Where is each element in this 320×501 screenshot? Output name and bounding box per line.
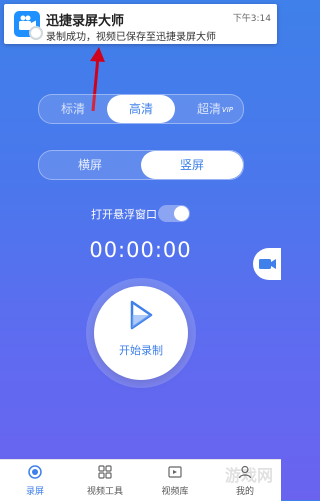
grid-icon <box>98 465 112 479</box>
start-record-label: 开始录制 <box>119 344 163 357</box>
start-record-button[interactable]: 开始录制 <box>94 286 188 380</box>
app-badge <box>29 26 43 40</box>
toggle-knob <box>174 206 189 221</box>
quality-option-uhd-label: 超清 <box>196 102 221 116</box>
vip-badge: VIP <box>221 106 233 114</box>
floating-window-label: 打开悬浮窗口 <box>91 208 157 221</box>
orientation-landscape[interactable]: 横屏 <box>39 151 141 179</box>
notification-message: 录制成功，视频已保存至迅捷录屏大师 <box>46 32 216 43</box>
app-icon <box>14 11 43 40</box>
recording-timer: 00:00:00 <box>89 238 192 262</box>
quality-option-sd[interactable]: 标清 <box>39 95 107 123</box>
notification-title: 迅捷录屏大师 <box>46 14 125 29</box>
tab-record[interactable]: 录屏 <box>0 460 70 501</box>
floating-camera-button[interactable] <box>253 248 281 280</box>
tab-video-library-label: 视频库 <box>161 487 189 497</box>
quality-selector: 标清 高清 超清 VIP <box>38 94 244 124</box>
orientation-portrait[interactable]: 竖屏 <box>141 151 243 179</box>
watermark: 游戏网 <box>224 466 273 485</box>
tab-video-library[interactable]: 视频库 <box>140 460 210 501</box>
floating-window-toggle[interactable] <box>158 205 190 222</box>
notification-banner[interactable]: 迅捷录屏大师 下午3:14 录制成功，视频已保存至迅捷录屏大师 <box>4 4 277 44</box>
tab-video-tools-label: 视频工具 <box>86 487 123 497</box>
video-camera-icon <box>259 259 276 269</box>
tab-video-tools[interactable]: 视频工具 <box>70 460 140 501</box>
tab-record-label: 录屏 <box>25 487 44 497</box>
record-icon <box>28 465 42 479</box>
floating-window-row: 打开悬浮窗口 <box>91 204 201 224</box>
quality-option-uhd[interactable]: 超清 VIP <box>175 95 243 123</box>
notification-time: 下午3:14 <box>232 14 271 24</box>
play-icon <box>130 300 153 330</box>
library-icon <box>168 466 182 478</box>
quality-option-hd[interactable]: 高清 <box>107 95 175 123</box>
orientation-selector: 横屏 竖屏 <box>38 150 244 180</box>
